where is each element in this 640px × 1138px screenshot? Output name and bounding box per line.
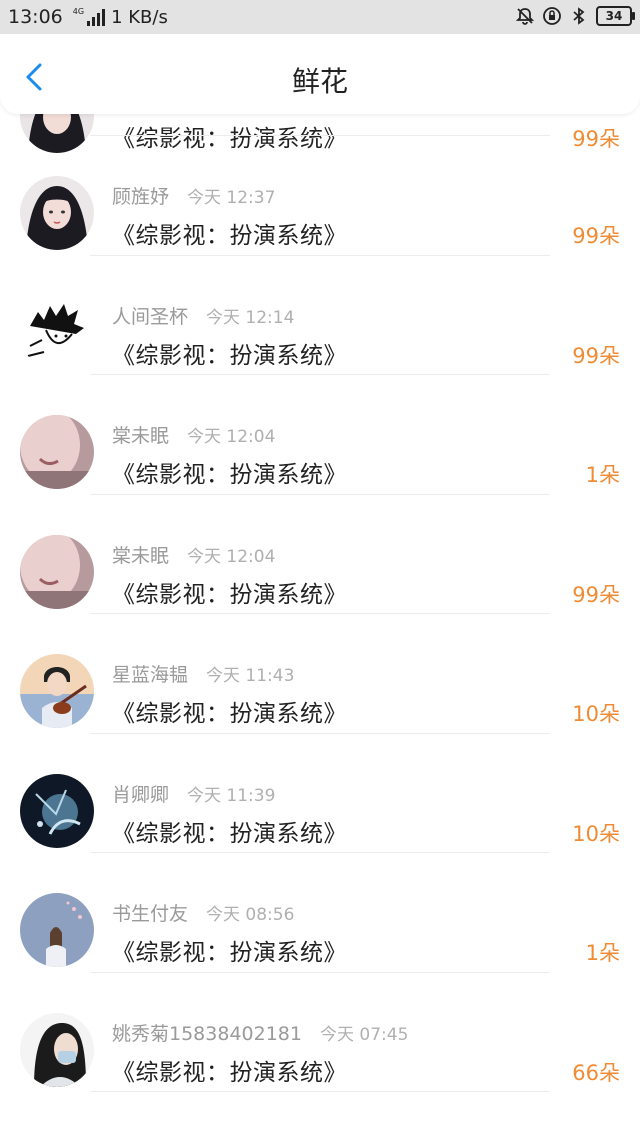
timestamp: 今天 08:56 [206, 905, 295, 925]
timestamp: 今天 12:04 [187, 427, 276, 447]
flower-count: 99朵 [572, 582, 620, 607]
book-title: 《综影视：扮演系统》 [112, 581, 347, 608]
book-title: 《综影视：扮演系统》 [112, 462, 347, 488]
avatar [20, 176, 94, 250]
user-name[interactable]: 棠未眠 [112, 541, 169, 568]
network-speed: 1 KB/s [111, 6, 168, 28]
status-time: 13:06 [8, 6, 63, 28]
book-title: 《综影视：扮演系统》 [112, 701, 347, 727]
user-name[interactable]: 肖卿卿 [112, 780, 169, 807]
gift-record-list: 《综影视：扮演系统》 99朵 顾旌妤 今天 12:37 《综影视：扮演系统》 9… [0, 62, 640, 1092]
timestamp: 今天 12:37 [187, 188, 276, 208]
flower-count: 10朵 [572, 702, 620, 726]
avatar [20, 773, 94, 848]
user-name[interactable]: 姚秀菊15838402181 [112, 1019, 302, 1046]
status-bar: 13:06 4G 1 KB/s 34 [0, 0, 640, 34]
user-name[interactable]: 书生付友 [112, 899, 188, 926]
flower-count: 10朵 [572, 821, 620, 846]
timestamp: 今天 11:39 [187, 785, 276, 806]
flower-count: 1朵 [585, 941, 620, 965]
flower-count: 1朵 [585, 463, 620, 487]
book-title: 《综影视：扮演系统》 [112, 223, 347, 249]
signal-icon: 4G [72, 7, 106, 26]
bluetooth-icon [569, 6, 589, 26]
book-title: 《综影视：扮演系统》 [112, 940, 347, 966]
network-type: 4G [72, 7, 85, 16]
row-divider [90, 1091, 550, 1092]
user-name[interactable]: 顾旌妤 [112, 182, 169, 209]
timestamp: 今天 11:43 [206, 666, 295, 686]
list-item[interactable]: 棠未眠 今天 12:04 《综影视：扮演系统》 1朵 [0, 375, 640, 495]
flower-count: 66朵 [572, 1060, 620, 1085]
flower-count: 99朵 [572, 224, 620, 248]
page-title: 鲜花 [291, 65, 348, 98]
alarm-off-icon [515, 6, 535, 26]
list-item[interactable]: 星蓝海韫 今天 11:43 《综影视：扮演系统》 10朵 [0, 614, 640, 734]
list-item[interactable]: 书生付友 今天 08:56 《综影视：扮演系统》 1朵 [0, 853, 640, 973]
avatar [20, 534, 94, 609]
user-name[interactable]: 星蓝海韫 [112, 660, 188, 687]
app-header: 鲜花 [0, 34, 640, 114]
avatar [20, 295, 94, 370]
avatar [20, 415, 94, 489]
flower-count: 99朵 [572, 343, 620, 368]
avatar [20, 1012, 94, 1087]
timestamp: 今天 12:14 [206, 307, 295, 328]
avatar [20, 893, 94, 967]
book-title: 《综影视：扮演系统》 [112, 342, 347, 369]
user-name[interactable]: 人间圣杯 [112, 302, 188, 329]
list-item[interactable]: 人间圣杯 今天 12:14 《综影视：扮演系统》 99朵 [0, 256, 640, 375]
timestamp: 今天 07:45 [319, 1024, 409, 1045]
list-item[interactable]: 姚秀菊15838402181 今天 07:45 《综影视：扮演系统》 66朵 [0, 973, 640, 1092]
list-item[interactable]: 棠未眠 今天 12:04 《综影视：扮演系统》 99朵 [0, 495, 640, 614]
book-title: 《综影视：扮演系统》 [112, 1059, 347, 1086]
timestamp: 今天 12:04 [187, 546, 276, 567]
book-title: 《综影视：扮演系统》 [112, 820, 347, 847]
battery-indicator: 34 [596, 6, 635, 26]
list-item[interactable]: 肖卿卿 今天 11:39 《综影视：扮演系统》 10朵 [0, 734, 640, 853]
avatar [20, 654, 94, 728]
user-name[interactable]: 棠未眠 [112, 421, 169, 448]
list-item[interactable]: 顾旌妤 今天 12:37 《综影视：扮演系统》 99朵 [0, 136, 640, 256]
data-saver-icon [542, 6, 562, 26]
